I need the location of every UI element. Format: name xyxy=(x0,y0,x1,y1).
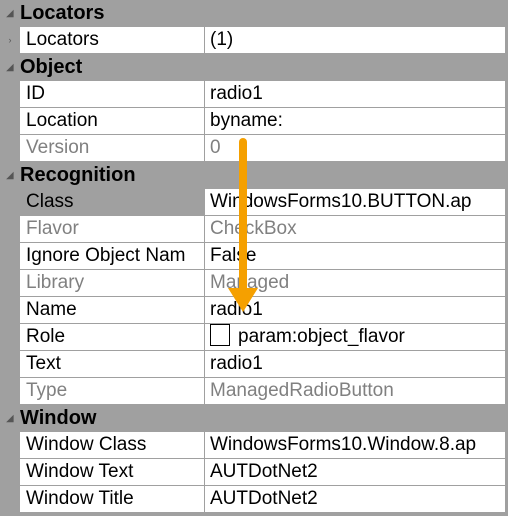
annotation-arrow xyxy=(228,138,258,312)
